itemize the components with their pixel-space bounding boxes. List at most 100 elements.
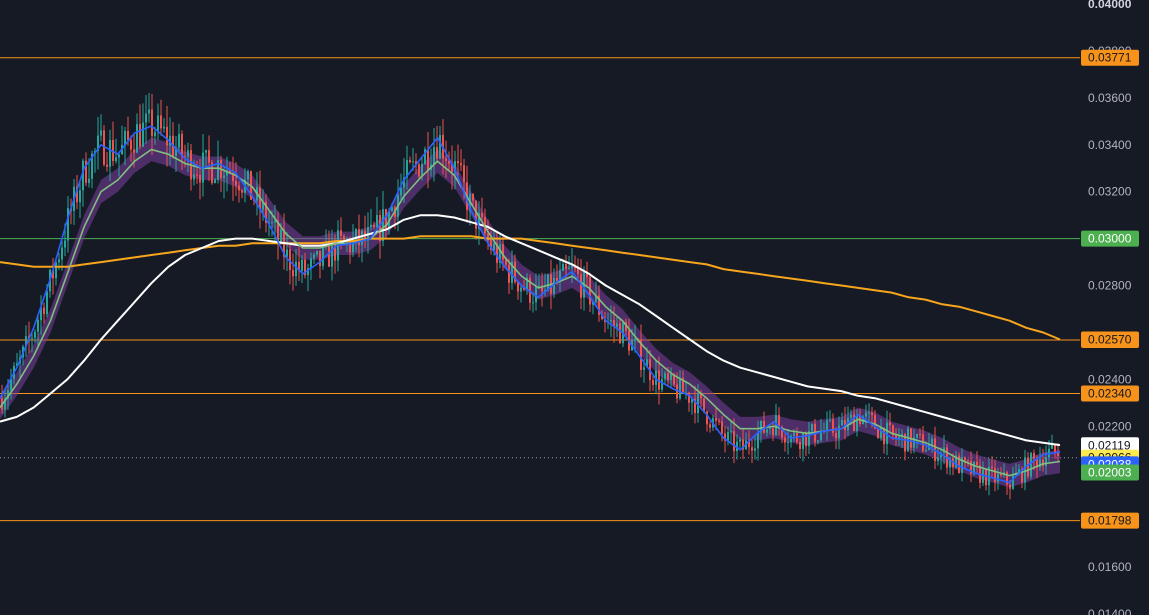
- chart-background: [0, 0, 1149, 615]
- candle-body: [835, 432, 837, 439]
- candle-body: [799, 441, 801, 449]
- candle-body: [619, 323, 621, 344]
- level-tag-0: 0.03771: [1081, 49, 1139, 66]
- candle-body: [136, 124, 138, 153]
- candle-body: [37, 320, 39, 332]
- candle-body: [871, 412, 873, 416]
- candle-body: [616, 323, 618, 327]
- candle-body: [568, 268, 570, 270]
- candle-body: [115, 157, 117, 161]
- candle-body: [727, 431, 729, 441]
- candle-body: [139, 124, 141, 147]
- candle-body: [274, 220, 276, 223]
- level-tag-3-label: 0.02340: [1088, 386, 1132, 400]
- price-tag-0: 0.02570: [1081, 331, 1139, 348]
- candle-body: [508, 264, 510, 283]
- candle-body: [193, 174, 195, 180]
- candle-body: [769, 428, 771, 430]
- candle-body: [133, 149, 135, 153]
- candle-body: [787, 442, 789, 444]
- candle-body: [382, 209, 384, 241]
- candle-body: [106, 164, 108, 167]
- candle-body: [520, 287, 522, 292]
- candle-body: [349, 240, 351, 253]
- level-tag-4: 0.01798: [1081, 512, 1139, 529]
- candle-body: [457, 161, 459, 164]
- candle-body: [181, 133, 183, 157]
- candle-body: [34, 331, 36, 338]
- candle-body: [145, 113, 147, 123]
- candle-body: [205, 150, 207, 153]
- candle-body: [370, 224, 372, 228]
- candle-body: [148, 109, 150, 114]
- candle-body: [109, 139, 111, 167]
- candle-body: [964, 457, 966, 461]
- candle-body: [43, 307, 45, 315]
- chart-container[interactable]: 0.01400 0.01600 0.02200 0.02400 0.02800 0.032…: [0, 0, 1149, 615]
- candle-body: [919, 434, 921, 436]
- candle-body: [322, 246, 324, 266]
- level-tag-4-label: 0.01798: [1088, 514, 1132, 528]
- candle-body: [805, 432, 807, 447]
- candle-body: [235, 181, 237, 186]
- price-chart[interactable]: 0.01400 0.01600 0.02200 0.02400 0.02800 0.032…: [0, 0, 1149, 615]
- candle-body: [493, 243, 495, 251]
- candle-body: [562, 263, 564, 271]
- candle-body: [652, 380, 654, 385]
- candle-body: [856, 415, 858, 432]
- candle-body: [850, 414, 852, 418]
- candle-body: [340, 230, 342, 236]
- candle-body: [634, 339, 636, 341]
- candle-body: [208, 150, 210, 163]
- candle-body: [292, 269, 294, 277]
- candle-body: [160, 115, 162, 129]
- candle-body: [643, 367, 645, 370]
- candle-body: [757, 432, 759, 449]
- candle-body: [280, 229, 282, 242]
- candle-body: [379, 215, 381, 241]
- y-tick-label: 0.02400: [1088, 372, 1132, 386]
- y-tick-label: 0.03400: [1088, 138, 1132, 152]
- candle-body: [46, 291, 48, 315]
- candle-body: [481, 213, 483, 218]
- candle-body: [154, 132, 156, 137]
- candle: [211, 159, 213, 185]
- candle-body: [1030, 453, 1032, 477]
- candle-body: [313, 254, 315, 259]
- candle-body: [865, 412, 867, 417]
- candle-body: [571, 265, 573, 269]
- candle-body: [301, 259, 303, 271]
- candle-body: [58, 259, 60, 263]
- candle-body: [1009, 484, 1011, 489]
- level-tag-0-label: 0.03771: [1088, 51, 1132, 65]
- candle-body: [460, 163, 462, 166]
- candle-body: [532, 302, 534, 304]
- candle: [958, 452, 960, 474]
- candle-body: [373, 224, 375, 228]
- candle-body: [439, 134, 441, 159]
- candle-body: [679, 378, 681, 399]
- y-tick-label: 0.03600: [1088, 91, 1132, 105]
- candle-body: [127, 130, 129, 141]
- candle-body: [55, 262, 57, 279]
- candle-body: [88, 178, 90, 183]
- candle-body: [883, 427, 885, 445]
- candle-body: [994, 468, 996, 483]
- candle-body: [427, 149, 429, 170]
- y-tick-label: 0.02200: [1088, 419, 1132, 433]
- candle-body: [841, 419, 843, 426]
- candle-body: [664, 373, 666, 379]
- candle-body: [1045, 457, 1047, 467]
- candle-body: [766, 429, 768, 433]
- candle-body: [565, 263, 567, 269]
- candle-body: [64, 240, 66, 248]
- candle-body: [247, 170, 249, 180]
- candle-body: [463, 165, 465, 183]
- candle-body: [784, 437, 786, 443]
- candle-body: [829, 419, 831, 421]
- level-tag-3: 0.02340: [1081, 385, 1139, 402]
- candle-body: [196, 174, 198, 176]
- candle-body: [163, 126, 165, 129]
- candle-body: [79, 190, 81, 203]
- candle: [1030, 451, 1032, 480]
